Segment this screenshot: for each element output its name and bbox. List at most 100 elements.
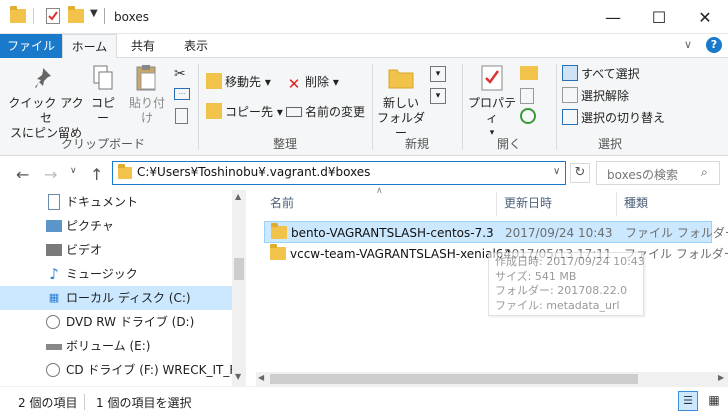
up-icon[interactable]: ↑: [90, 165, 103, 184]
tab-file[interactable]: ファイル: [0, 34, 62, 58]
select-none-label: 選択解除: [581, 89, 630, 103]
nav-item-local-disk[interactable]: ▦ ローカル ディスク (C:): [0, 286, 232, 310]
copy-to-button[interactable]: コピー先 ▾: [206, 102, 283, 122]
edit-icon[interactable]: [520, 88, 534, 104]
scroll-left-icon[interactable]: ◀: [258, 373, 264, 382]
file-date: 2017/09/24 10:43: [505, 226, 613, 240]
nav-item-volume[interactable]: ボリューム (E:): [0, 334, 232, 358]
copy-path-icon[interactable]: ···: [174, 88, 190, 100]
pin-icon: [32, 64, 60, 92]
minimize-button[interactable]: —: [590, 0, 636, 34]
nav-item-music[interactable]: ♪ ミュージック: [0, 262, 232, 286]
rename-button[interactable]: 名前の変更: [286, 102, 365, 122]
back-icon[interactable]: ←: [16, 165, 29, 184]
cut-icon[interactable]: ✂: [174, 66, 186, 82]
tooltip-created: 作成日時: 2017/09/24 10:43: [495, 255, 645, 268]
delete-button[interactable]: ✕ 削除 ▾: [286, 72, 339, 92]
close-button[interactable]: ✕: [682, 0, 728, 34]
details-view-icon[interactable]: ☰: [678, 391, 698, 411]
videos-icon: [46, 244, 62, 256]
copy-label: コピー: [90, 96, 115, 125]
documents-icon: [48, 194, 60, 210]
move-to-icon: [206, 73, 222, 89]
quick-access-dropdown-icon[interactable]: ▼: [90, 8, 98, 19]
paste-button[interactable]: 貼り付け: [124, 64, 170, 126]
recent-locations-icon[interactable]: ∨: [70, 166, 77, 176]
properties-quick-icon[interactable]: [46, 8, 60, 24]
invert-selection-label: 選択の切り替え: [581, 111, 666, 125]
divider: [372, 64, 373, 150]
paste-icon: [133, 64, 161, 92]
tooltip-files: ファイル: metadata_url: [495, 298, 620, 312]
status-bar: 2 個の項目 1 個の項目を選択 ☰ ▦: [0, 386, 728, 416]
search-placeholder: boxesの検索: [607, 168, 678, 182]
horizontal-scroll-thumb[interactable]: [270, 374, 638, 384]
music-icon: ♪: [49, 265, 59, 283]
file-list-pane: ∧ 名前 更新日時 種類 bento-VAGRANTSLASH-centos-7…: [246, 186, 728, 386]
column-header-date[interactable]: 更新日時: [504, 194, 552, 211]
help-icon[interactable]: ?: [706, 37, 722, 53]
refresh-icon[interactable]: ↻: [570, 163, 590, 183]
select-all-button[interactable]: すべて選択: [562, 64, 640, 84]
horizontal-scrollbar[interactable]: ◀ ▶: [256, 372, 728, 386]
tab-view[interactable]: 表示: [170, 34, 222, 58]
folder-icon[interactable]: [10, 6, 26, 23]
file-name: vccw-team-VAGRANTSLASH-xenial64: [290, 247, 512, 261]
history-icon[interactable]: [520, 108, 536, 124]
tab-home[interactable]: ホーム: [62, 34, 117, 59]
search-input[interactable]: boxesの検索 ⌕: [596, 161, 720, 185]
file-tooltip: 作成日時: 2017/09/24 10:43 サイズ: 541 MB フォルダー…: [488, 252, 645, 316]
nav-item-dvd-drive[interactable]: DVD RW ドライブ (D:): [0, 310, 232, 334]
nav-item-videos[interactable]: ビデオ: [0, 238, 232, 262]
scroll-up-icon[interactable]: ▲: [235, 192, 241, 201]
forward-icon[interactable]: →: [44, 165, 57, 184]
paste-shortcut-icon[interactable]: [175, 108, 188, 124]
invert-selection-button[interactable]: 選択の切り替え: [562, 108, 665, 128]
address-path[interactable]: C:¥Users¥Toshinobu¥.vagrant.d¥boxes: [137, 165, 370, 179]
new-folder-button[interactable]: 新しい フォルダー: [376, 64, 426, 141]
nav-item-cd-drive[interactable]: CD ドライブ (F:) WRECK_IT_RALPH: [0, 358, 232, 382]
column-header-type[interactable]: 種類: [624, 194, 648, 211]
local-disk-icon: ▦: [48, 291, 60, 304]
select-none-icon: [562, 87, 578, 103]
search-icon[interactable]: ⌕: [701, 165, 708, 180]
properties-button[interactable]: プロパティ ▾: [466, 64, 518, 141]
divider[interactable]: [616, 192, 617, 216]
volume-icon: [46, 344, 62, 350]
divider: [104, 8, 105, 24]
delete-icon: ✕: [287, 75, 301, 93]
ribbon: クイック アクセ スにピン留め コピー 貼り付け ✂ ··· クリップボード 移…: [0, 58, 728, 156]
scroll-down-icon[interactable]: ▼: [235, 372, 241, 381]
copy-button[interactable]: コピー: [86, 64, 120, 126]
select-none-button[interactable]: 選択解除: [562, 86, 629, 106]
column-header-name[interactable]: 名前: [270, 194, 294, 211]
nav-scroll-thumb[interactable]: [234, 258, 244, 280]
navigation-pane: ドキュメント ピクチャ ビデオ ♪ ミュージック ▦ ローカル ディスク (C:…: [0, 190, 246, 386]
nav-scrollbar[interactable]: ▲ ▼: [232, 190, 246, 386]
open-icon[interactable]: [520, 66, 538, 80]
maximize-button[interactable]: ☐: [636, 0, 682, 34]
select-group-label: 選択: [597, 137, 622, 151]
address-dropdown-icon[interactable]: ∨: [553, 166, 560, 177]
ribbon-tabs: ファイル ホーム 共有 表示 ∨ ?: [0, 34, 728, 59]
easy-access-icon[interactable]: ▾: [430, 88, 446, 104]
file-row[interactable]: bento-VAGRANTSLASH-centos-7.3 2017/09/24…: [264, 221, 728, 243]
new-item-icon[interactable]: ▾: [430, 66, 446, 82]
folder-icon: [271, 223, 287, 239]
tab-share[interactable]: 共有: [118, 34, 168, 58]
address-bar[interactable]: C:¥Users¥Toshinobu¥.vagrant.d¥boxes ∨: [112, 161, 566, 185]
nav-item-pictures[interactable]: ピクチャ: [0, 214, 232, 238]
large-icons-view-icon[interactable]: ▦: [704, 391, 724, 411]
collapse-ribbon-icon[interactable]: ∨: [684, 38, 692, 51]
scroll-right-icon[interactable]: ▶: [718, 373, 724, 382]
invert-selection-icon: [562, 109, 578, 125]
pin-quick-access-button[interactable]: クイック アクセ スにピン留め: [8, 64, 84, 141]
file-name: bento-VAGRANTSLASH-centos-7.3: [291, 226, 494, 240]
title-bar: ▼ boxes — ☐ ✕: [0, 0, 728, 34]
move-to-button[interactable]: 移動先 ▾: [206, 72, 271, 92]
paste-label: 貼り付け: [128, 96, 165, 125]
clipboard-group-label: クリップボード: [60, 137, 145, 151]
nav-item-documents[interactable]: ドキュメント: [0, 190, 232, 214]
new-folder-quick-icon[interactable]: [68, 6, 84, 23]
divider[interactable]: [496, 192, 497, 216]
